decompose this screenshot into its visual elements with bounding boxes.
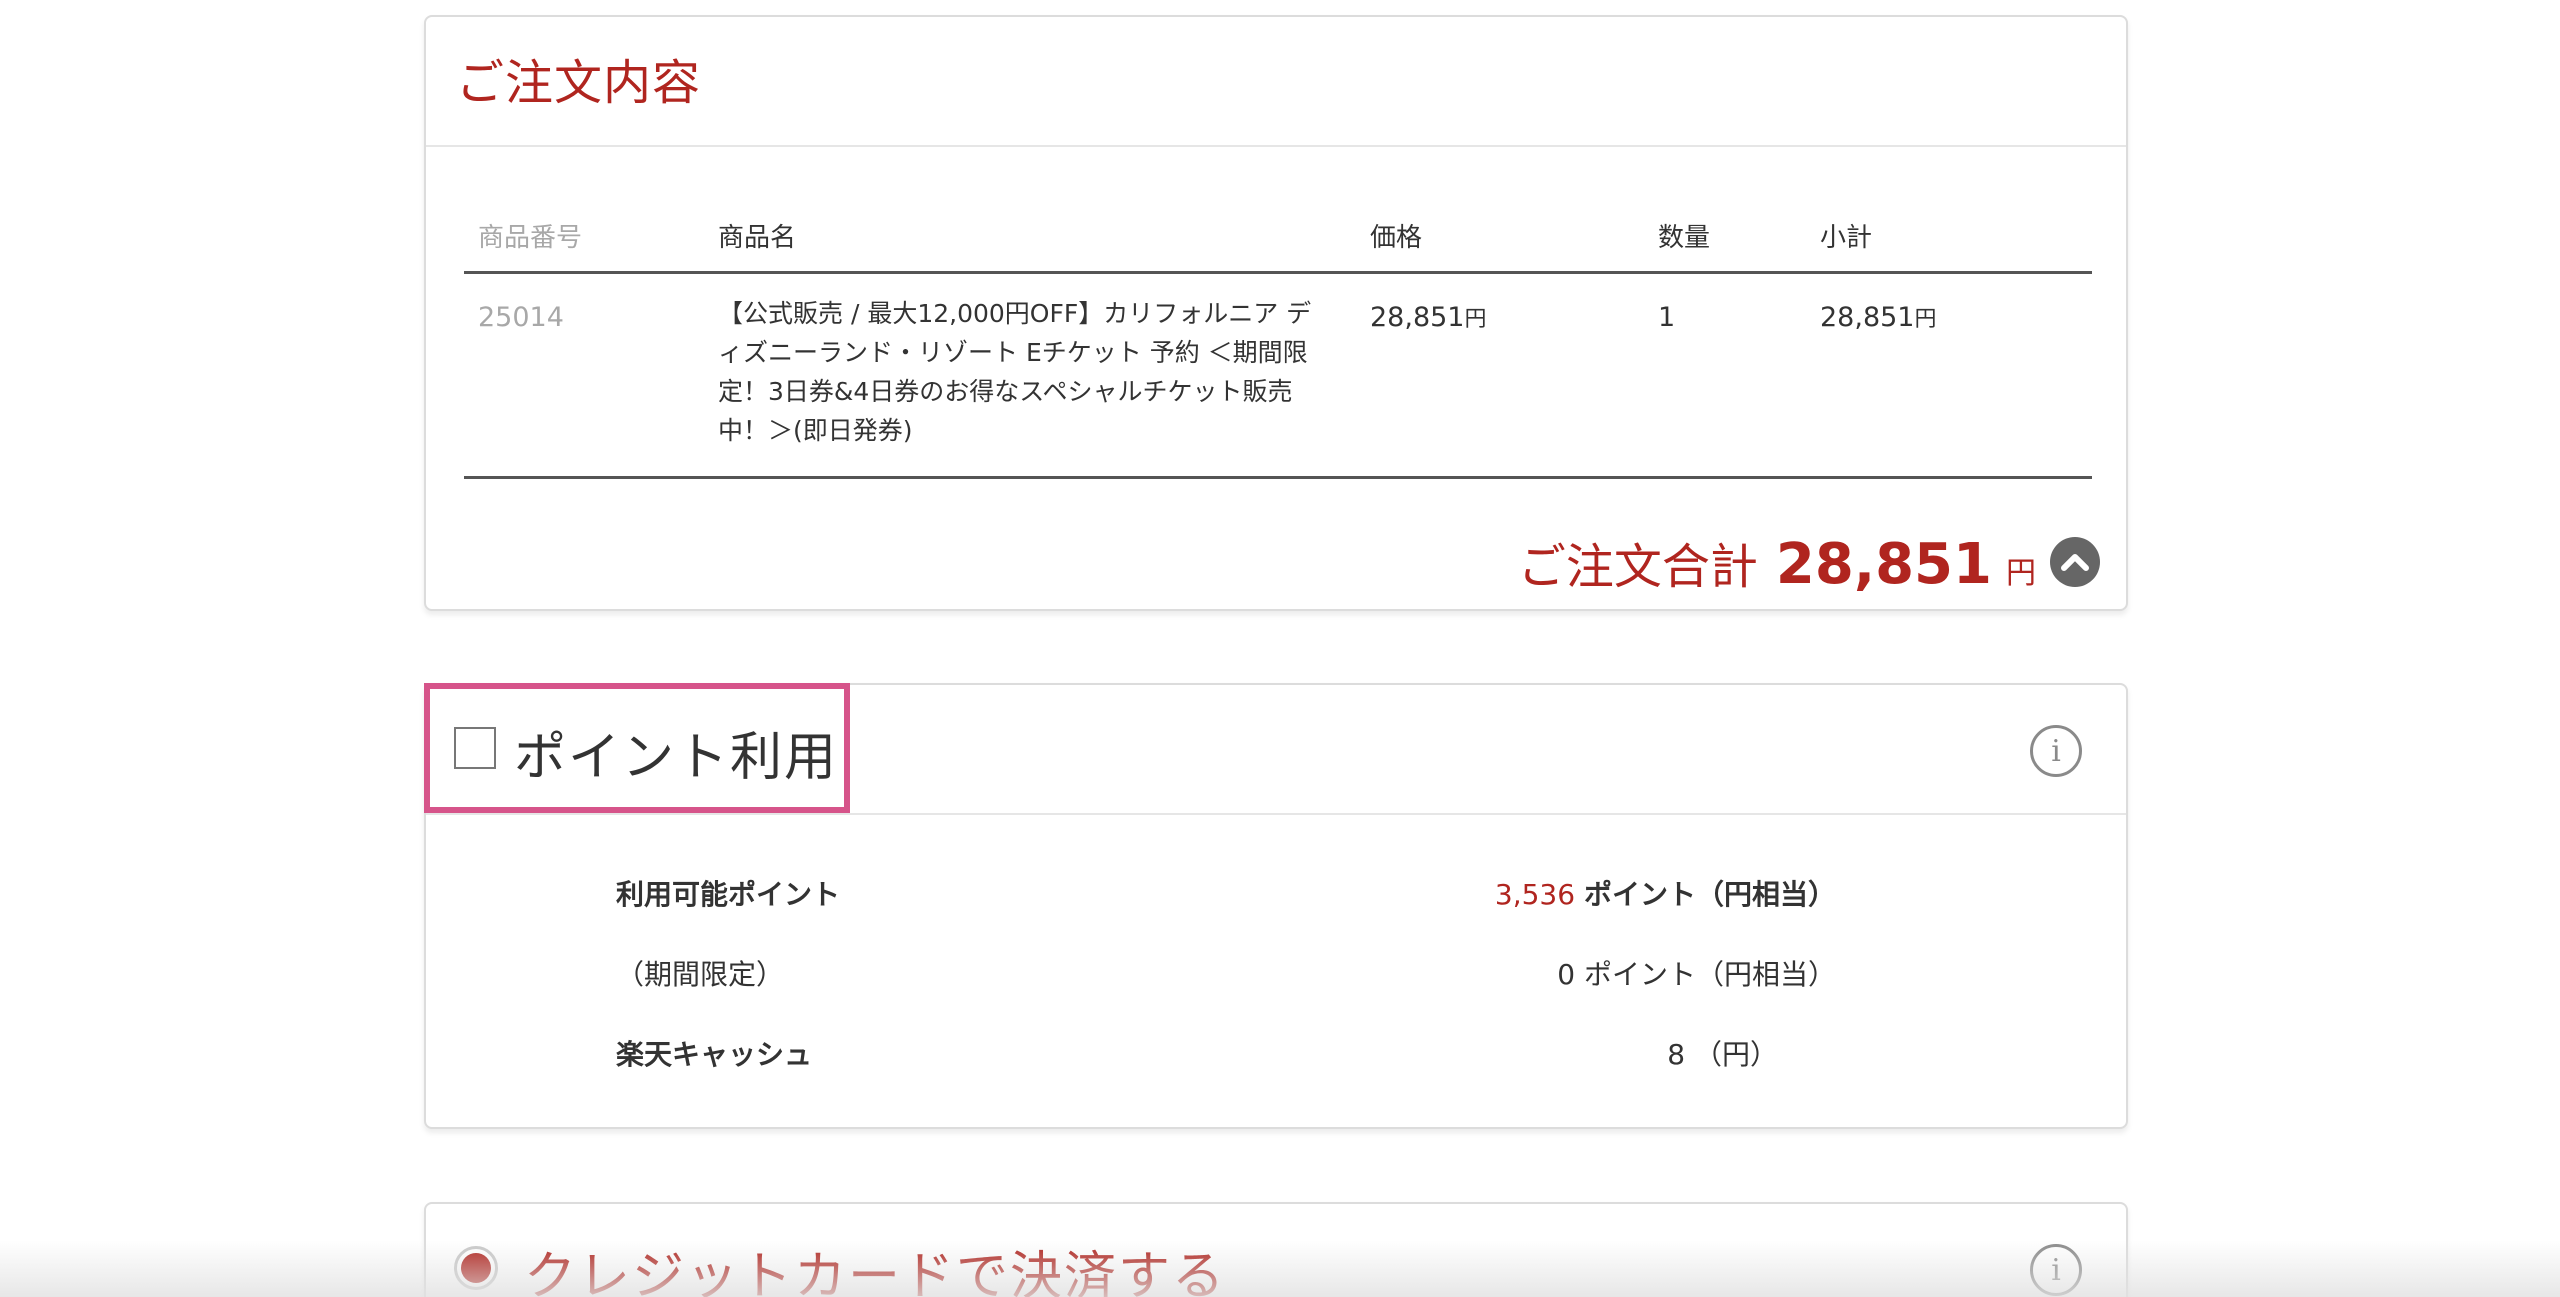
points-row-label: 利用可能ポイント bbox=[616, 878, 841, 911]
radio-selected-dot bbox=[461, 1253, 491, 1283]
item-quantity: 1 bbox=[1658, 302, 1676, 333]
item-subtotal: 28,851円 bbox=[1820, 298, 1937, 340]
credit-card-radio[interactable] bbox=[454, 1246, 498, 1290]
item-number: 25014 bbox=[478, 302, 564, 333]
order-total: ご注文合計 28,851 円 bbox=[1518, 527, 2100, 597]
points-row-value: 8 （円） bbox=[1667, 1033, 1778, 1073]
table-row: 25014 【公式販売 / 最大12,000円OFF】カリフォルニア デ ィズニ… bbox=[464, 274, 2092, 479]
points-usage-checkbox[interactable] bbox=[454, 727, 496, 769]
item-name-line: 中！＞(即日発券) bbox=[718, 416, 913, 445]
order-summary-header: ご注文内容 bbox=[426, 17, 2126, 147]
checkout-page: ご注文内容 商品番号 商品名 価格 数量 小計 25014 【公式販売 / 最大… bbox=[0, 0, 2560, 1297]
table-header-row: 商品番号 商品名 価格 数量 小計 bbox=[464, 197, 2092, 274]
column-header-subtotal: 小計 bbox=[1820, 223, 1873, 253]
column-header-name: 商品名 bbox=[718, 223, 797, 253]
points-row-available: 利用可能ポイント 3,536 ポイント（円相当） bbox=[616, 873, 1836, 913]
points-row-amount: 3,536 bbox=[1494, 878, 1576, 911]
column-header-number: 商品番号 bbox=[478, 223, 583, 253]
item-price-unit: 円 bbox=[1464, 307, 1487, 332]
chevron-up-icon[interactable] bbox=[2050, 537, 2100, 587]
credit-card-title[interactable]: クレジットカードで決済する bbox=[524, 1234, 1226, 1297]
points-row-value: 3,536 ポイント（円相当） bbox=[1495, 873, 1836, 913]
points-row-limited: （期間限定） 0 ポイント（円相当） bbox=[616, 953, 1836, 993]
points-row-amount: 8 bbox=[1667, 1038, 1686, 1071]
points-usage-title[interactable]: ポイント利用 bbox=[514, 715, 838, 790]
item-name-line: ィズニーランド・リゾート Eチケット 予約 ＜期間限 bbox=[718, 338, 1308, 367]
points-usage-header: ポイント利用 i bbox=[424, 683, 2126, 815]
item-name-line: 【公式販売 / 最大12,000円OFF】カリフォルニア デ bbox=[718, 299, 1312, 328]
order-total-value: 28,851 bbox=[1775, 532, 1992, 597]
item-price-value: 28,851 bbox=[1370, 302, 1465, 333]
points-row-unit: ポイント（円相当） bbox=[1583, 958, 1836, 991]
points-row-label: （期間限定） bbox=[616, 958, 785, 991]
points-row-rakuten-cash: 楽天キャッシュ 8 （円） bbox=[616, 1033, 1836, 1073]
item-name-line: 定！3日券&4日券のお得なスペシャルチケット販売 bbox=[718, 377, 1293, 406]
order-summary-title: ご注文内容 bbox=[456, 55, 702, 111]
order-total-label: ご注文合計 bbox=[1517, 539, 1758, 595]
credit-card-payment-card: クレジットカードで決済する i bbox=[424, 1202, 2128, 1297]
points-row-label: 楽天キャッシュ bbox=[616, 1038, 813, 1071]
points-row-unit: ポイント（円相当） bbox=[1583, 878, 1836, 911]
item-name: 【公式販売 / 最大12,000円OFF】カリフォルニア デ ィズニーランド・リ… bbox=[718, 294, 1358, 450]
info-icon[interactable]: i bbox=[2030, 1244, 2082, 1296]
column-header-price: 価格 bbox=[1370, 223, 1423, 253]
order-summary-card: ご注文内容 商品番号 商品名 価格 数量 小計 25014 【公式販売 / 最大… bbox=[424, 15, 2128, 611]
item-subtotal-value: 28,851 bbox=[1820, 302, 1915, 333]
item-subtotal-unit: 円 bbox=[1914, 307, 1937, 332]
points-row-value: 0 ポイント（円相当） bbox=[1557, 953, 1836, 993]
order-table: 商品番号 商品名 価格 数量 小計 25014 【公式販売 / 最大12,000… bbox=[464, 197, 2092, 479]
points-usage-card: ポイント利用 i 利用可能ポイント 3,536 ポイント（円相当） （期間限定）… bbox=[424, 683, 2128, 1129]
column-header-quantity: 数量 bbox=[1658, 223, 1711, 253]
item-price: 28,851円 bbox=[1370, 298, 1487, 340]
order-total-unit: 円 bbox=[2006, 556, 2036, 591]
info-icon[interactable]: i bbox=[2030, 725, 2082, 777]
chevron-up-icon-glyph bbox=[2061, 554, 2089, 571]
points-row-unit: （円） bbox=[1693, 1038, 1778, 1071]
points-row-amount: 0 bbox=[1557, 958, 1576, 991]
